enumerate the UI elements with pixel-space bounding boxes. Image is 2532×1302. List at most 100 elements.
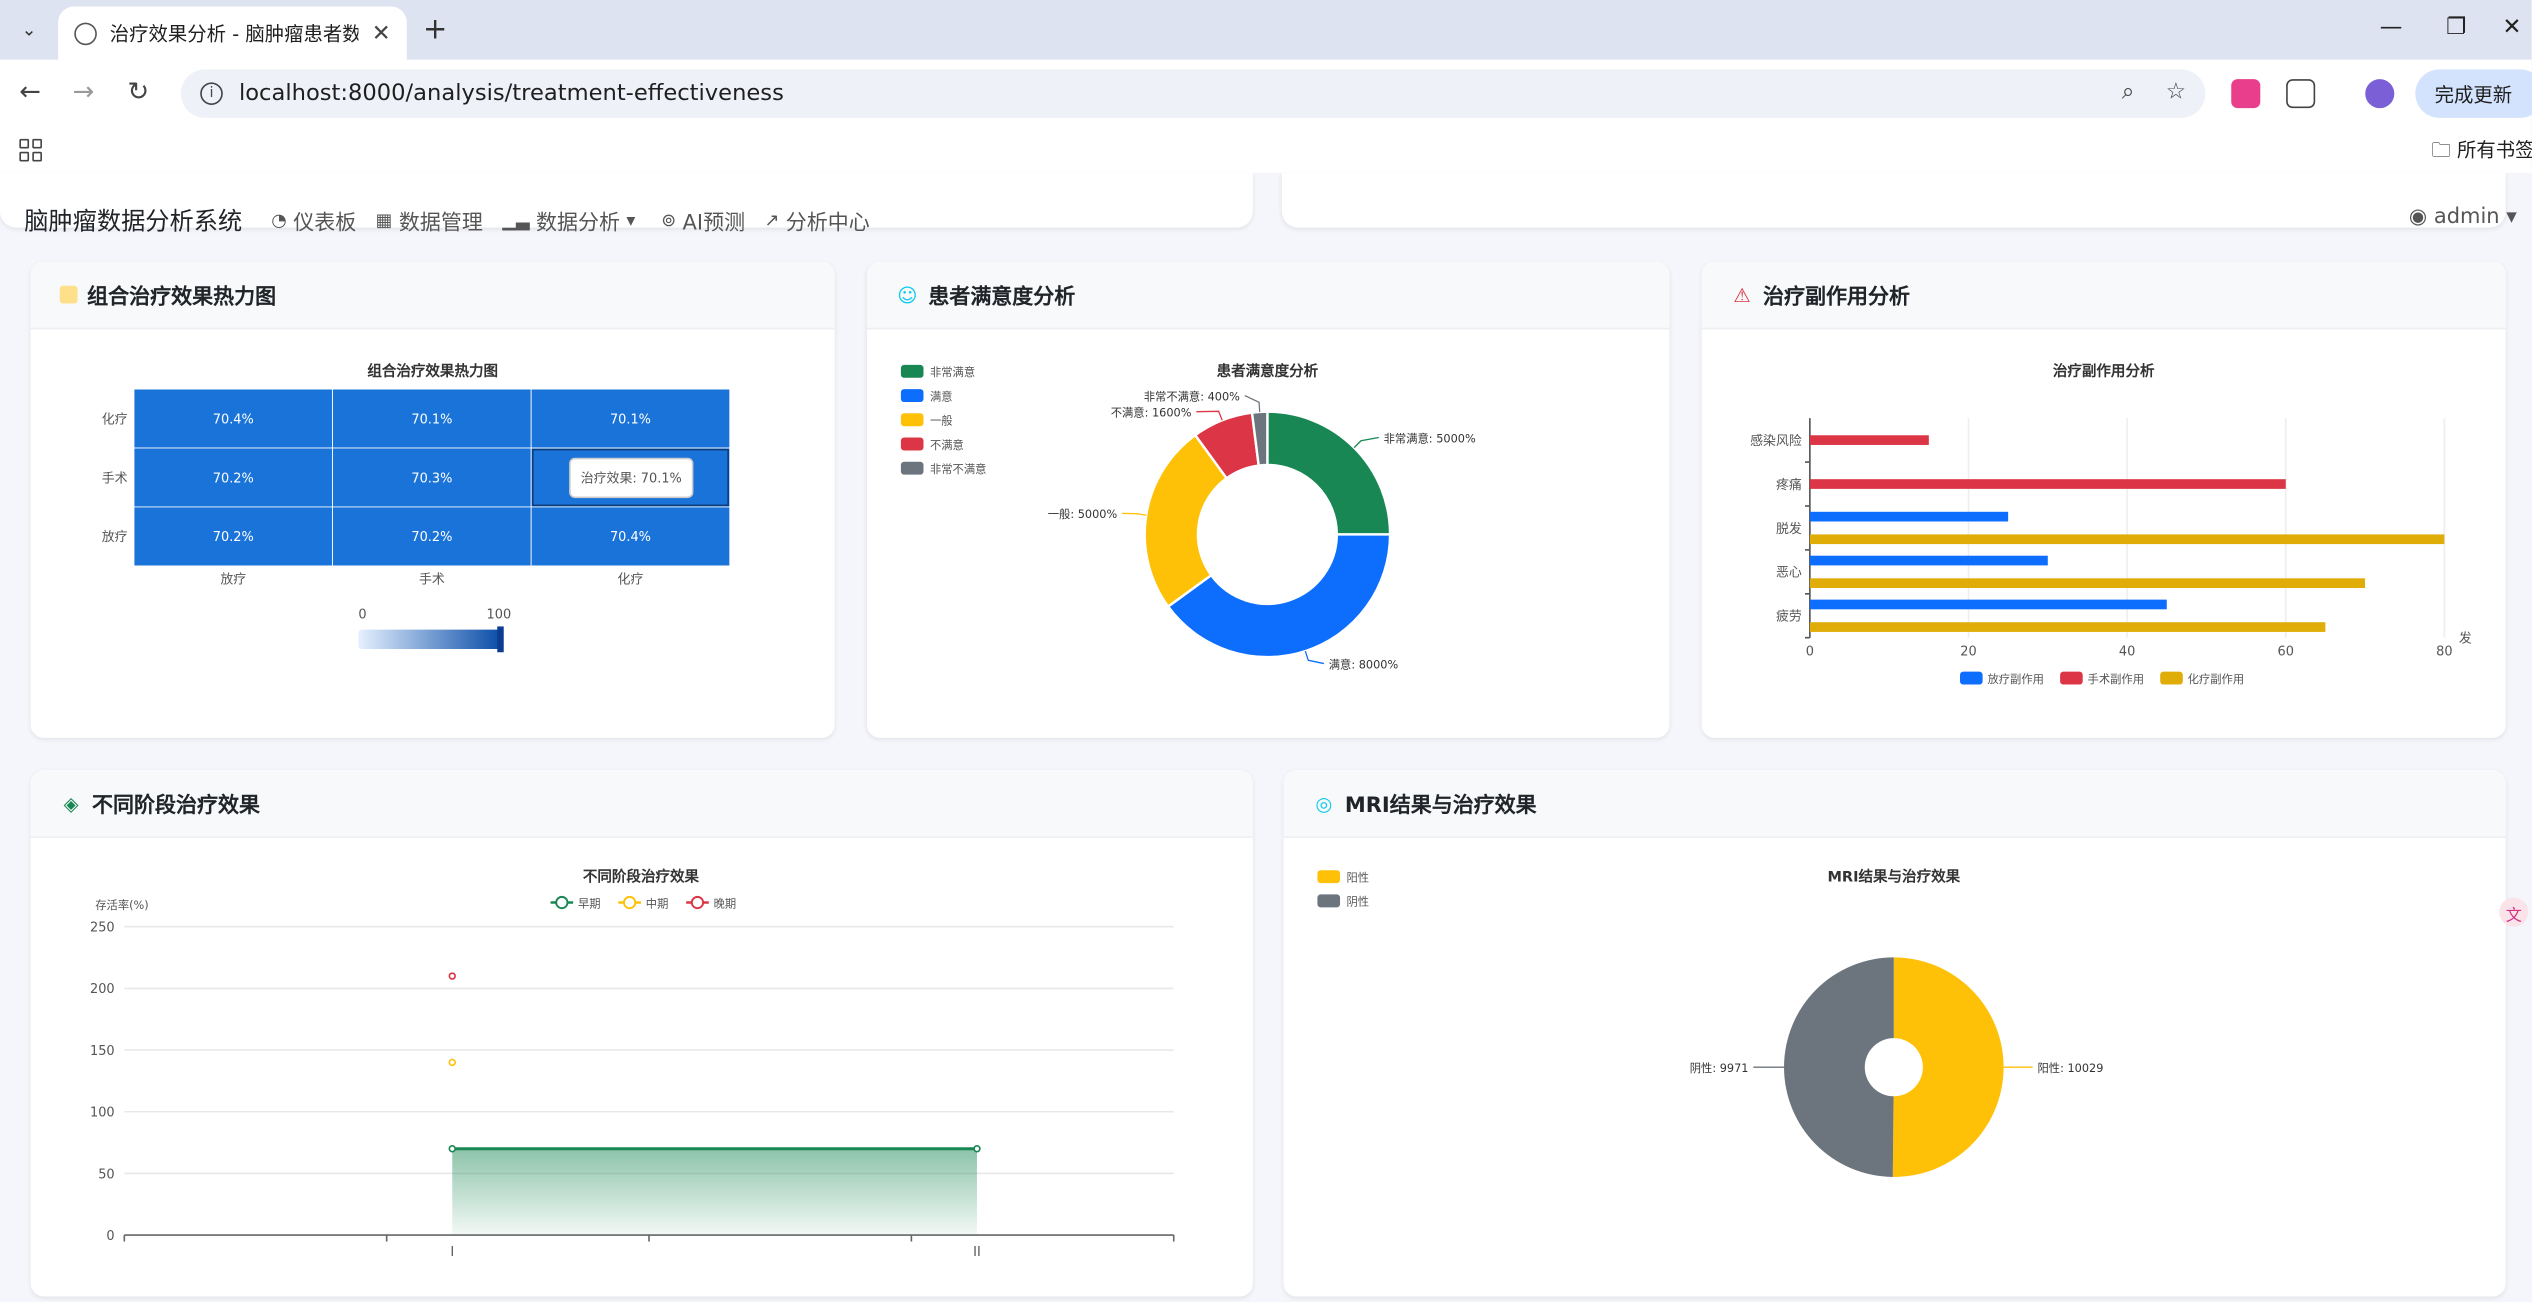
legend-swatch (1317, 870, 1341, 884)
legend-marker (690, 895, 705, 910)
legend-swatch (900, 437, 924, 451)
bar (1809, 622, 2326, 632)
y-tick-label: 50 (98, 1167, 114, 1182)
restore-button[interactable]: ❐ (2446, 15, 2466, 41)
legend-swatch (1317, 894, 1341, 908)
table-icon: ▦ (375, 209, 393, 231)
nav-data-analysis[interactable]: ▁▃ 数据分析 ▾ (502, 205, 642, 236)
legend-label: 非常不满意 (930, 462, 987, 476)
close-window-button[interactable]: ✕ (2502, 15, 2521, 41)
tab-title: 治疗效果分析 - 脑肿瘤患者数据 (109, 22, 359, 46)
tab-search-button[interactable]: ⌄ (10, 11, 49, 47)
x-tick-label: 20 (1960, 644, 1976, 659)
url-host: localhost (238, 80, 341, 107)
all-bookmarks[interactable]: 🗀 所有书签 (2431, 136, 2532, 170)
visual-map-bar (358, 629, 501, 650)
active-tab[interactable]: 治疗效果分析 - 脑肿瘤患者数据 ✕ (58, 6, 407, 60)
legend-label: 中期 (646, 897, 669, 910)
nav-dashboard[interactable]: ◔ 仪表板 (271, 205, 356, 236)
page-content: 脑肿瘤数据分析系统 ◔ 仪表板 ▦ 数据管理 ▁▃ 数据分析 ▾ ⊚ AI预测 ↗ 分析中心… (0, 172, 2532, 1302)
legend-label: 晚期 (714, 897, 737, 910)
mri-chart[interactable]: MRI结果与治疗效果 阳性阴性阳性: 10029 阴性: 9971 (1284, 838, 2506, 1297)
brand-title[interactable]: 脑肿瘤数据分析系统 (24, 203, 242, 237)
y-tick-label: 化疗 (102, 412, 128, 427)
url-input[interactable]: i localhost:8000/analysis/treatment-effe… (180, 69, 2206, 118)
cell-label: 70.2% (213, 471, 254, 486)
legend-label: 满意 (930, 389, 953, 403)
y-tick-label: 放疗 (102, 530, 128, 545)
legend-label: 阴性 (1346, 895, 1369, 909)
bar (1809, 479, 2286, 489)
forward-icon[interactable]: → (73, 76, 95, 107)
x-tick-label: 手术 (419, 573, 445, 588)
site-info-icon[interactable]: i (200, 82, 223, 105)
bookmark-star-icon[interactable]: ☆ (2166, 79, 2186, 105)
y-tick-label: 脱发 (1776, 521, 1802, 537)
y-tick-label: 0 (106, 1229, 114, 1244)
extensions-icon[interactable] (2286, 79, 2316, 109)
user-menu[interactable]: ◉ admin ▾ (2409, 205, 2517, 229)
bar (1809, 534, 2445, 545)
legend-marker (555, 895, 569, 910)
bar-chart-icon: ▁▃ (502, 209, 530, 231)
legend-label: 早期 (578, 897, 601, 910)
translate-extension-icon[interactable] (2231, 79, 2261, 109)
back-icon[interactable]: ← (19, 76, 41, 107)
mri-card-title: MRI结果与治疗效果 (1344, 794, 1537, 819)
all-bookmarks-label: 所有书签 (2456, 138, 2532, 162)
nav-data-management[interactable]: ▦ 数据管理 (376, 205, 483, 236)
y-tick-label: 疲劳 (1776, 609, 1802, 625)
nav-analysis-center[interactable]: ↗ 分析中心 (764, 205, 869, 236)
leader-line (1122, 512, 1147, 516)
y-tick-label: 100 (90, 1106, 115, 1121)
heatmap-chart[interactable]: 组合治疗效果热力图化疗 70.4% 70.1% 70.1% 手术 70.2% 70.3% 70… (31, 329, 835, 737)
top-navbar: 脑肿瘤数据分析系统 ◔ 仪表板 ▦ 数据管理 ▁▃ 数据分析 ▾ ⊚ AI预测 ↗ 分析中心 (24, 203, 889, 237)
layers-icon: ◈ (63, 791, 79, 815)
x-tick-label: 80 (2436, 644, 2452, 659)
chart-title: 治疗副作用分析 (2053, 362, 2155, 380)
leader-line (1244, 394, 1261, 412)
x-tick-label: 放疗 (220, 573, 246, 588)
y-tick-label: 200 (90, 982, 115, 997)
cell-label: 70.1% (610, 412, 651, 427)
pie-slice (1784, 957, 1894, 1177)
globe-icon (74, 21, 97, 45)
top-card-right (1281, 172, 2506, 228)
address-bar-row: ← → ↻ i localhost:8000/analysis/treatmen… (0, 59, 2532, 128)
caret-down-icon: ▾ (626, 209, 636, 231)
chart-title: 不同阶段治疗效果 (583, 868, 700, 886)
visual-map-max: 100 (487, 607, 512, 622)
profile-avatar[interactable] (2365, 79, 2395, 109)
browser-tab-strip: ⌄ 治疗效果分析 - 脑肿瘤患者数据 ✕ + — ❐ ✕ (0, 0, 2532, 60)
update-button[interactable]: 完成更新 (2415, 69, 2532, 118)
smile-icon: ☺ (897, 283, 918, 306)
satisfaction-chart[interactable]: 患者满意度分析 非常满意满意一般不满意非常不满意 非常满意: 5000% 满意: 80… (867, 329, 1669, 737)
nav-data-management-label: 数据管理 (398, 211, 483, 236)
nav-ai-predict[interactable]: ⊚ AI预测 (661, 205, 745, 236)
leader-line (1196, 410, 1223, 421)
new-tab-button[interactable]: + (423, 13, 447, 47)
close-icon[interactable]: ✕ (372, 20, 391, 46)
legend-label: 阳性 (1346, 871, 1369, 885)
area-fill (452, 1148, 977, 1236)
caret-down-icon: ▾ (2499, 205, 2517, 230)
legend-swatch (900, 413, 924, 427)
y-axis-label: 存活率(%) (95, 898, 148, 912)
legend-label: 放疗副作用 (1987, 672, 2044, 686)
reload-icon[interactable]: ↻ (128, 76, 150, 107)
side-effects-chart[interactable]: 治疗副作用分析 0 20 40 60 80 发 疲劳 恶心 脱发 疼痛 感染风险放疗副作用 手术副作用 化… (1702, 329, 2506, 737)
stages-card-title: 不同阶段治疗效果 (92, 794, 260, 819)
bar (1809, 555, 2048, 566)
satisfaction-card: ☺ 患者满意度分析 患者满意度分析 非常满意 满意 一般 不满意 非常不满意 非常满意: 50… (866, 261, 1670, 738)
stages-chart[interactable]: 不同阶段治疗效果早期 中期 晚期存活率(%)050100150200250I II (31, 838, 1253, 1297)
minimize-button[interactable]: — (2380, 15, 2403, 41)
x-tick-label: 40 (2119, 644, 2135, 659)
translate-float-icon[interactable]: 文 (2499, 897, 2529, 927)
speedometer-icon: ◔ (271, 209, 287, 231)
apps-grid-icon[interactable] (19, 138, 42, 162)
zoom-icon[interactable]: ⌕ (2122, 79, 2135, 105)
slice-label: 非常满意: 5000% (1384, 431, 1476, 445)
tooltip-text: 治疗效果: 70.1% (581, 472, 682, 487)
legend-label: 一般 (930, 414, 953, 428)
person-circle-icon: ◉ (2408, 205, 2434, 230)
